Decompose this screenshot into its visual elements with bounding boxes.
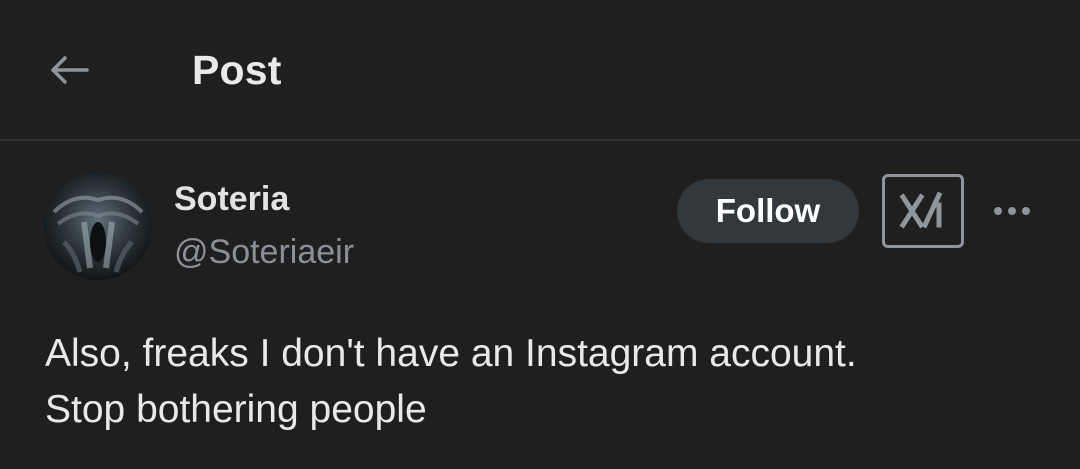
- author-handle[interactable]: @Soteriaeir: [174, 231, 354, 273]
- back-button[interactable]: [40, 44, 98, 96]
- avatar[interactable]: [44, 172, 152, 280]
- more-options-button[interactable]: [988, 191, 1036, 231]
- avatar-image: [44, 172, 152, 280]
- post-view: Post Soteria @Soteriaeir Follow Also, fr…: [0, 0, 1080, 469]
- ellipsis-horizontal-icon: [994, 207, 1030, 215]
- grok-button[interactable]: [882, 174, 964, 248]
- top-bar: Post: [0, 0, 1080, 141]
- grok-logo-icon: [899, 191, 943, 229]
- page-title: Post: [192, 47, 282, 93]
- arrow-left-icon: [51, 56, 89, 84]
- follow-button[interactable]: Follow: [677, 179, 859, 243]
- post-card: Soteria @Soteriaeir Follow Also, freaks …: [0, 141, 1080, 469]
- post-text-line: Stop bothering people: [45, 388, 427, 431]
- post-text: Also, freaks I don't have an Instagram a…: [45, 326, 1045, 438]
- author-display-name[interactable]: Soteria: [174, 179, 289, 219]
- post-text-line: Also, freaks I don't have an Instagram a…: [45, 332, 857, 375]
